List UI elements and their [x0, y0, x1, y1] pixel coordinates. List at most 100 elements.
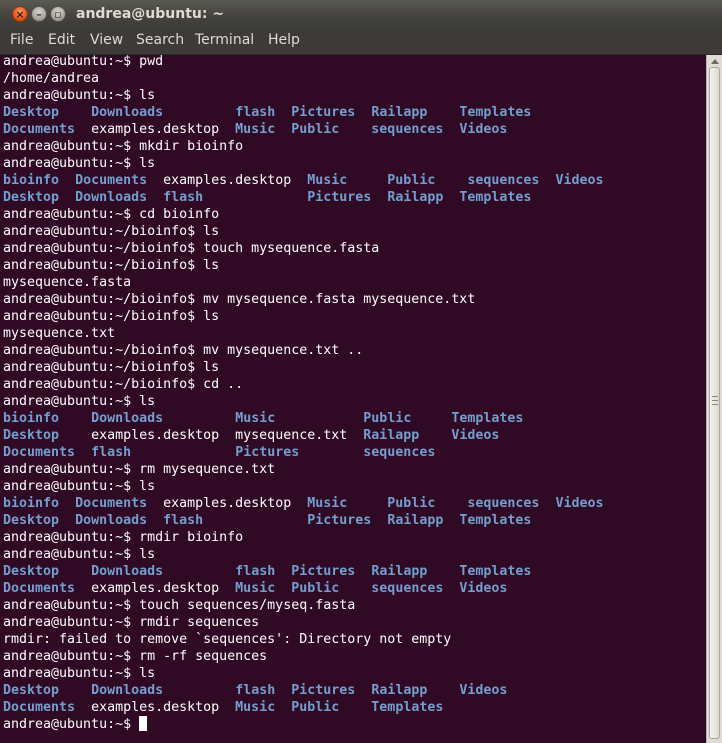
directory-entry: Documents [3, 700, 76, 715]
title-bar[interactable]: × – ▫ andrea@ubuntu: ~ [0, 0, 722, 28]
directory-entry: Desktop [3, 683, 60, 698]
directory-entry: Pictures [307, 190, 372, 205]
terminal-text: andrea@ubuntu:~$ ls [3, 394, 156, 409]
terminal-line: rmdir: failed to remove `sequences': Dir… [3, 631, 604, 648]
directory-entry: sequences [467, 496, 540, 511]
menu-terminal[interactable]: Terminal [193, 32, 256, 48]
terminal-text: andrea@ubuntu:~$ touch sequences/myseq.f… [3, 598, 356, 613]
directory-entry: Public [291, 122, 340, 137]
menu-view[interactable]: View [88, 32, 125, 48]
current-prompt-line[interactable]: andrea@ubuntu:~$ [3, 716, 604, 733]
directory-entry: Public [291, 581, 340, 596]
directory-entry: Pictures [291, 105, 356, 120]
directory-entry: Downloads [91, 411, 164, 426]
minimize-window-button[interactable]: – [31, 6, 47, 22]
terminal-line: Desktop Downloads flash Pictures Railapp… [3, 104, 604, 121]
terminal-line: bioinfo Documents examples.desktop Music… [3, 495, 604, 512]
directory-entry: Railapp [387, 190, 444, 205]
terminal-line: andrea@ubuntu:~$ rm -rf sequences [3, 648, 604, 665]
directory-entry: sequences [371, 581, 444, 596]
directory-entry: flash [163, 190, 204, 205]
scroll-up-arrow-icon[interactable] [711, 59, 719, 64]
directory-entry: Videos [451, 428, 500, 443]
directory-entry: Railapp [363, 428, 420, 443]
terminal-text: andrea@ubuntu:~$ ls [3, 156, 156, 171]
terminal-line: andrea@ubuntu:~/bioinfo$ ls [3, 359, 604, 376]
maximize-window-button[interactable]: ▫ [50, 6, 66, 22]
terminal-line: andrea@ubuntu:~/bioinfo$ cd .. [3, 376, 604, 393]
terminal-line: andrea@ubuntu:~$ rm mysequence.txt [3, 461, 604, 478]
terminal-line: bioinfo Downloads Music Public Templates [3, 410, 604, 427]
directory-entry: Desktop [3, 105, 60, 120]
terminal-line: andrea@ubuntu:~$ rmdir sequences [3, 614, 604, 631]
terminal-line: andrea@ubuntu:~/bioinfo$ mv mysequence.t… [3, 342, 604, 359]
directory-entry: Templates [459, 190, 532, 205]
terminal-text: andrea@ubuntu:~/bioinfo$ ls [3, 258, 220, 273]
terminal-text: andrea@ubuntu:~/bioinfo$ ls [3, 224, 220, 239]
directory-entry: sequences [467, 173, 540, 188]
terminal-text: andrea@ubuntu:~/bioinfo$ mv mysequence.t… [3, 343, 364, 358]
directory-entry: Desktop [3, 564, 60, 579]
directory-entry: Music [235, 122, 276, 137]
directory-entry: Desktop [3, 513, 60, 528]
terminal-line: mysequence.txt [3, 325, 604, 342]
terminal-output[interactable]: andrea@ubuntu:~$ pwd/home/andrea andrea@u… [0, 55, 706, 743]
menu-file[interactable]: File [8, 32, 35, 48]
directory-entry: Downloads [75, 513, 148, 528]
menu-search[interactable]: Search [134, 32, 186, 48]
terminal-lines: andrea@ubuntu:~$ pwd/home/andrea andrea@u… [3, 55, 604, 733]
terminal-line: andrea@ubuntu:~/bioinfo$ touch mysequenc… [3, 240, 604, 257]
vertical-scrollbar[interactable] [706, 55, 722, 743]
text-cursor [139, 716, 148, 731]
terminal-text: andrea@ubuntu:~$ cd bioinfo [3, 207, 220, 222]
terminal-text: /home/andrea [3, 71, 100, 86]
directory-entry: Public [291, 700, 340, 715]
terminal-text: examples.desktop [75, 122, 236, 137]
terminal-line: Desktop Downloads flash Pictures Railapp… [3, 682, 604, 699]
terminal-line: andrea@ubuntu:~$ touch sequences/myseq.f… [3, 597, 604, 614]
terminal-text: andrea@ubuntu:~$ rm -rf sequences [3, 649, 268, 664]
directory-entry: Railapp [387, 513, 444, 528]
directory-entry: sequences [371, 122, 444, 137]
terminal-text: andrea@ubuntu:~/bioinfo$ ls [3, 309, 220, 324]
terminal-text: andrea@ubuntu:~$ mkdir bioinfo [3, 139, 244, 154]
terminal-line: /home/andrea [3, 70, 604, 87]
directory-entry: Railapp [371, 683, 428, 698]
terminal-line: andrea@ubuntu:~/bioinfo$ ls [3, 223, 604, 240]
directory-entry: Videos [459, 683, 508, 698]
menu-edit[interactable]: Edit [46, 32, 77, 48]
directory-entry: Videos [459, 581, 508, 596]
scrollbar-thumb[interactable] [709, 67, 720, 739]
close-window-button[interactable]: × [12, 6, 28, 22]
terminal-line: andrea@ubuntu:~$ cd bioinfo [3, 206, 604, 223]
terminal-text: andrea@ubuntu:~$ ls [3, 547, 156, 562]
directory-entry: Public [363, 411, 412, 426]
terminal-text: andrea@ubuntu:~$ pwd [3, 55, 164, 69]
menu-help[interactable]: Help [266, 32, 302, 48]
directory-entry: Pictures [291, 564, 356, 579]
